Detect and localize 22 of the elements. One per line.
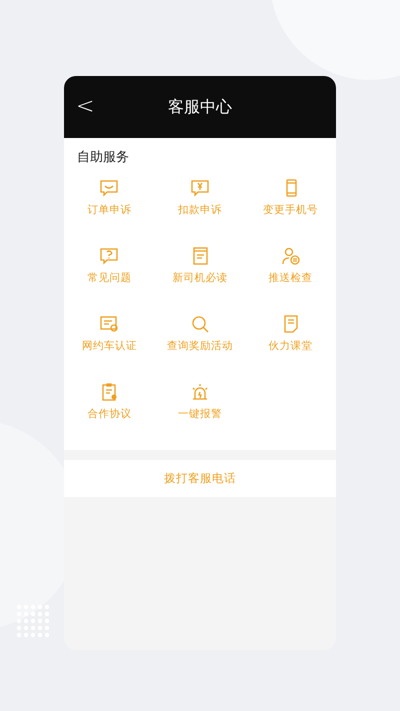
alarm-icon	[190, 382, 210, 402]
person-icon	[280, 246, 301, 266]
chat-icon	[99, 178, 120, 198]
service-item[interactable]: 扣款申诉	[178, 203, 222, 217]
question-icon	[99, 246, 120, 266]
back-button[interactable]: <	[72, 94, 98, 119]
page-title: 客服中心	[168, 96, 232, 118]
service-item[interactable]: 查询奖励活动	[166, 339, 233, 353]
service-item[interactable]: 合作协议	[87, 407, 132, 421]
service-item[interactable]: 一键报警	[178, 407, 222, 421]
service-item[interactable]: 网约车认证	[82, 339, 137, 353]
service-item[interactable]: 伙力课堂	[268, 339, 313, 353]
cert-icon	[99, 314, 120, 334]
search-icon	[190, 314, 210, 334]
call-service-button[interactable]: 拨打客服电话	[64, 460, 336, 497]
section-title: 自助服务	[76, 149, 130, 166]
service-item[interactable]: 常见问题	[87, 271, 132, 285]
service-item[interactable]: 订单申诉	[87, 203, 132, 217]
money-icon	[190, 178, 210, 198]
service-item[interactable]: 推送检查	[268, 271, 313, 285]
service-item[interactable]: 变更手机号	[263, 203, 318, 217]
service-item[interactable]: 新司机必读	[172, 271, 228, 285]
